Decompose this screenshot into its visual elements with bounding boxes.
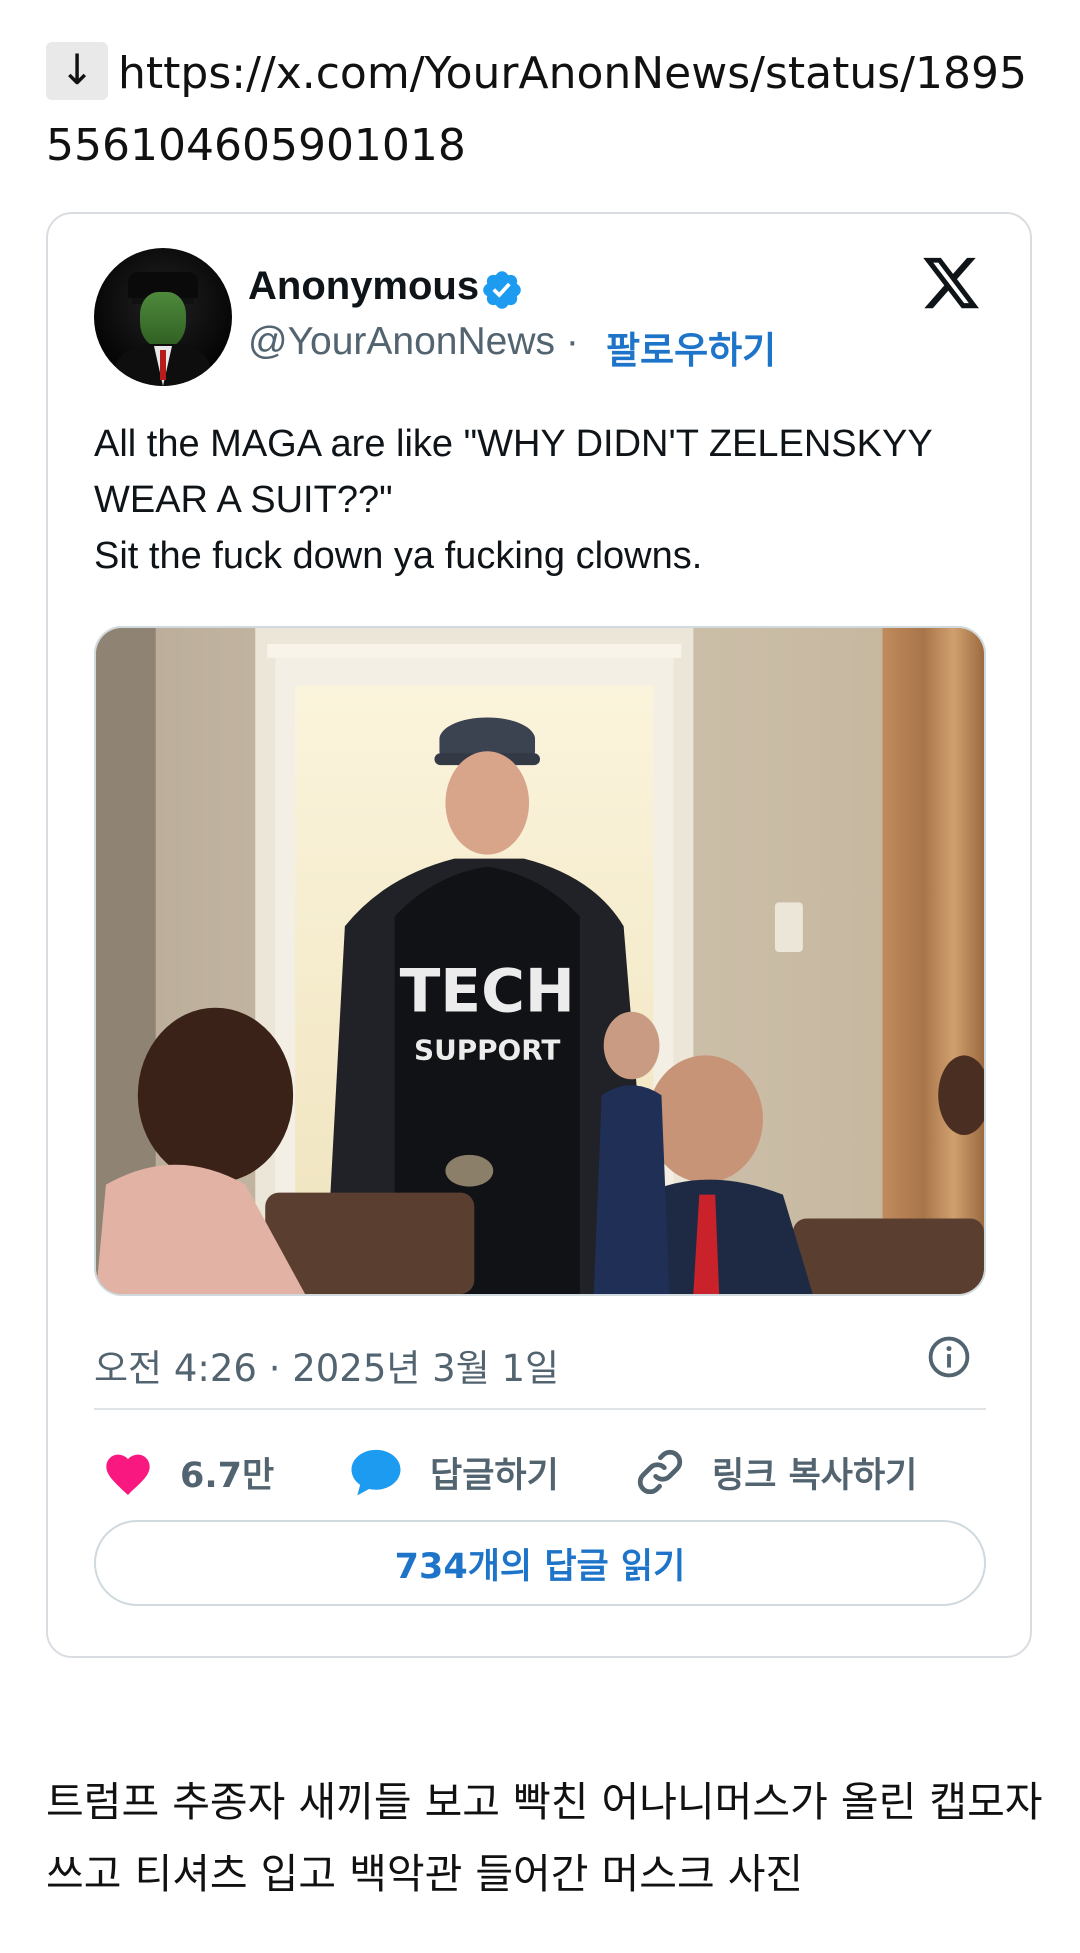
x-logo-icon[interactable]	[920, 252, 982, 314]
copy-link-button[interactable]: 링크 복사하기	[634, 1442, 917, 1502]
info-icon[interactable]	[926, 1334, 972, 1380]
link-icon	[637, 1449, 683, 1495]
like-button[interactable]: 6.7만	[102, 1442, 274, 1502]
download-arrow-icon: ↓	[46, 42, 108, 100]
verified-badge-icon	[483, 271, 521, 309]
embedded-tweet-card: Anonymous @YourAnonNews · 팔로우하기 All the …	[46, 212, 1032, 1658]
source-url-line: ↓ https://x.com/YourAnonNews/status/18955…	[46, 38, 1046, 182]
tweet-photo-illustration: TECH SUPPORT	[96, 628, 984, 1294]
reply-label: 답글하기	[430, 1455, 559, 1496]
copy-link-label: 링크 복사하기	[712, 1455, 918, 1496]
read-replies-button[interactable]: 734개의 답글 읽기	[94, 1520, 986, 1606]
divider	[94, 1408, 986, 1410]
photo-shirt-text-1: TECH	[400, 958, 575, 1027]
handle-separator: ·	[555, 320, 579, 363]
tweet-timestamp[interactable]: 오전 4:26 · 2025년 3월 1일	[94, 1338, 559, 1392]
author-name[interactable]: Anonymous	[248, 264, 479, 309]
tweet-text: All the MAGA are like "WHY DIDN'T ZELENS…	[94, 423, 933, 577]
avatar-tie	[160, 350, 166, 380]
like-count: 6.7만	[180, 1455, 275, 1496]
post-caption: 트럼프 추종자 새끼들 보고 빡친 어나니머스가 올린 캡모자 쓰고 티셔츠 입…	[46, 1778, 1043, 1898]
heart-icon	[106, 1454, 150, 1495]
follow-button[interactable]: 팔로우하기	[606, 320, 776, 374]
speech-bubble-icon	[351, 1449, 401, 1496]
reply-button[interactable]: 답글하기	[348, 1442, 559, 1502]
avatar[interactable]	[94, 248, 232, 386]
author-handle[interactable]: @YourAnonNews ·	[248, 320, 579, 364]
handle-text[interactable]: @YourAnonNews	[248, 320, 555, 363]
photo-shirt-text-2: SUPPORT	[414, 1033, 560, 1066]
avatar-face	[140, 292, 186, 348]
source-url-link[interactable]: https://x.com/YourAnonNews/status/189555…	[46, 48, 1027, 171]
tweet-photo[interactable]: TECH SUPPORT	[94, 626, 986, 1296]
